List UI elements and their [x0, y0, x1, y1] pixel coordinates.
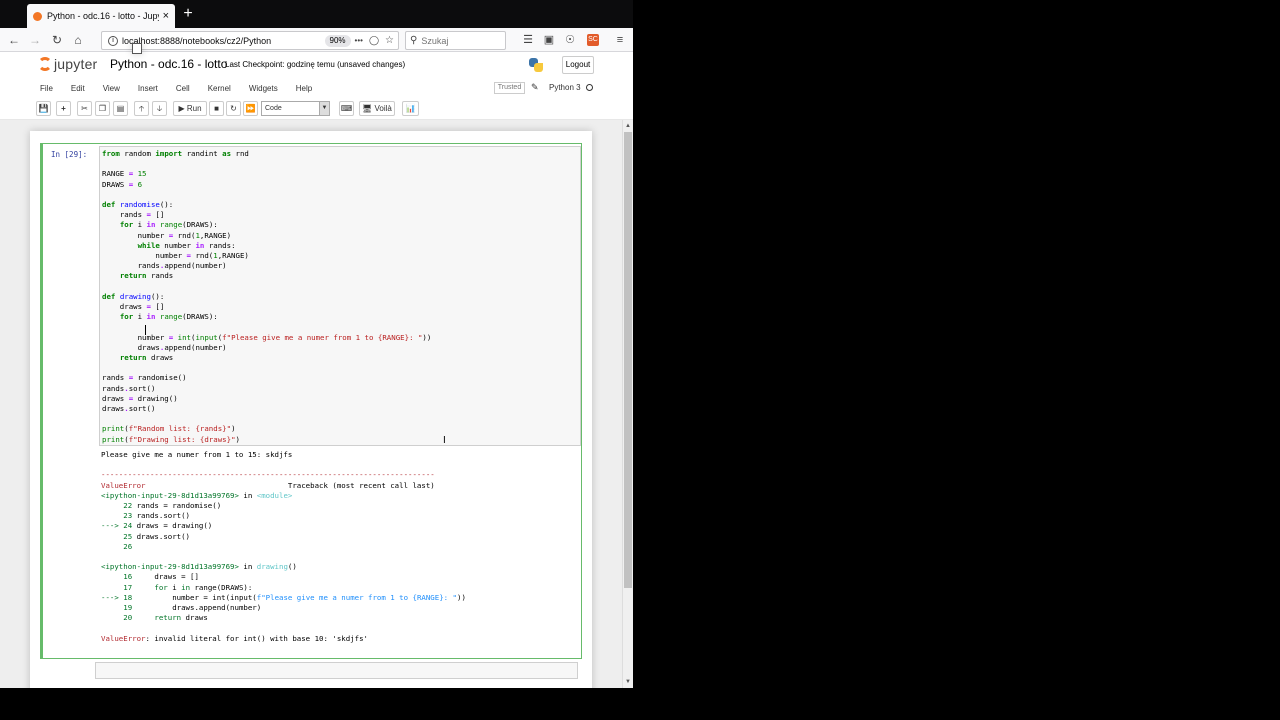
restart-icon[interactable]: ↻ [226, 101, 241, 116]
text-cursor [145, 325, 146, 335]
menu-kernel[interactable]: Kernel [199, 84, 240, 93]
cell-type-select[interactable]: Code ▼ [261, 101, 330, 116]
vertical-scrollbar[interactable]: ▲ ▼ [622, 120, 633, 688]
kernel-status-icon [586, 84, 593, 91]
chevron-down-icon: ▼ [319, 102, 329, 115]
scroll-down-icon[interactable]: ▼ [623, 677, 633, 687]
close-tab-icon[interactable]: × [163, 10, 169, 22]
scroll-up-icon[interactable]: ▲ [623, 121, 633, 131]
trusted-indicator[interactable]: Trusted [494, 82, 525, 94]
save-icon[interactable]: 💾 [36, 101, 51, 116]
home-icon[interactable]: ⌂ [70, 32, 86, 48]
move-down-icon[interactable]: 🡣 [152, 101, 167, 116]
back-icon[interactable]: ← [6, 32, 22, 48]
cell-type-value: Code [265, 105, 282, 112]
scrollbar-thumb[interactable] [624, 132, 632, 588]
browser-window: Python - odc.16 - lotto - Jupyter × + ← … [0, 0, 633, 688]
notebook-page: In [29]: from random import randint as r… [30, 131, 592, 688]
browser-tab-active[interactable]: Python - odc.16 - lotto - Jupyter × [27, 4, 175, 28]
jupyter-favicon-icon [33, 11, 42, 21]
edit-mode-pencil-icon: ✎ [531, 82, 539, 92]
kernel-name[interactable]: Python 3 [549, 83, 581, 92]
tab-title: Python - odc.16 - lotto - Jupyter [47, 11, 159, 21]
interrupt-icon[interactable]: ■ [209, 101, 224, 116]
jupyter-logo-text: jupyter [54, 56, 98, 72]
logout-button[interactable]: Logout [562, 56, 594, 74]
menu-help[interactable]: Help [287, 84, 321, 93]
menu-widgets[interactable]: Widgets [240, 84, 287, 93]
url-text[interactable]: localhost:8888/notebooks/cz2/Python [122, 36, 325, 46]
code-source[interactable]: from random import randint as rnd RANGE … [102, 149, 431, 445]
account-icon[interactable]: ☉ [562, 32, 578, 48]
copy-icon[interactable]: ❐ [95, 101, 110, 116]
run-button[interactable]: ▶ Run [173, 101, 207, 116]
zoom-level-badge[interactable]: 90% [324, 34, 351, 47]
keyboard-icon[interactable]: ⌨ [339, 101, 354, 116]
menu-edit[interactable]: Edit [62, 84, 94, 93]
extension-sc-icon[interactable]: SC [587, 34, 599, 46]
input-prompt: In [29]: [51, 150, 88, 159]
address-bar[interactable]: i localhost:8888/notebooks/cz2/Python 90… [101, 31, 399, 54]
forward-icon[interactable]: → [27, 32, 43, 48]
jupyter-logo-icon [38, 57, 52, 71]
cut-icon[interactable]: ✂ [77, 101, 92, 116]
voila-label: Voilà [374, 104, 392, 113]
search-icon: ⚲ [410, 35, 418, 46]
menu-file[interactable]: File [31, 84, 62, 93]
output-text: Please give me a numer from 1 to 15: skd… [101, 450, 466, 643]
paste-icon[interactable]: ▤ [113, 101, 128, 116]
search-box[interactable]: ⚲ Szukaj [405, 31, 506, 50]
menu-cell[interactable]: Cell [167, 84, 199, 93]
bookmark-star-icon[interactable]: ☆ [385, 35, 394, 46]
next-empty-cell[interactable] [95, 662, 578, 679]
run-label: Run [186, 104, 202, 113]
notebook-area: In [29]: from random import randint as r… [0, 120, 622, 688]
code-cell-selected[interactable]: In [29]: from random import randint as r… [40, 143, 582, 659]
insert-cell-icon[interactable]: + [56, 101, 71, 116]
new-tab-button[interactable]: + [180, 4, 196, 24]
menu-insert[interactable]: Insert [129, 84, 167, 93]
sidebar-icon[interactable]: ▣ [541, 32, 557, 48]
code-editor[interactable]: from random import randint as rnd RANGE … [99, 146, 581, 446]
library-icon[interactable]: ☰ [520, 32, 536, 48]
page-actions-icon[interactable]: ••• [355, 36, 363, 45]
reload-icon[interactable]: ↻ [49, 32, 65, 48]
checkpoint-status: Last Checkpoint: godzinę temu (unsaved c… [225, 60, 406, 69]
navigation-bar: ← → ↻ ⌂ i localhost:8888/notebooks/cz2/P… [0, 28, 633, 54]
menu-hamburger-icon[interactable]: ≡ [612, 32, 628, 48]
python-logo-icon [528, 57, 544, 73]
restart-run-all-icon[interactable]: ⏩ [243, 101, 258, 116]
menu-view[interactable]: View [94, 84, 129, 93]
move-up-icon[interactable]: 🡡 [134, 101, 149, 116]
voila-button[interactable]: 🖥 Voilà [359, 101, 395, 116]
tab-strip: Python - odc.16 - lotto - Jupyter × + [0, 0, 633, 28]
jupyter-logo[interactable]: jupyter [38, 56, 97, 72]
search-placeholder: Szukaj [421, 35, 449, 46]
notebook-title[interactable]: Python - odc.16 - lotto [110, 57, 227, 71]
chart-icon[interactable]: 📊 [402, 101, 419, 116]
pocket-icon[interactable]: ◯ [369, 35, 379, 46]
cell-output: Please give me a numer from 1 to 15: skd… [99, 450, 581, 644]
text-select-cursor-icon: I [443, 435, 446, 446]
site-info-icon[interactable]: i [108, 35, 118, 46]
jupyter-header: jupyter Python - odc.16 - lotto Last Che… [0, 53, 633, 77]
